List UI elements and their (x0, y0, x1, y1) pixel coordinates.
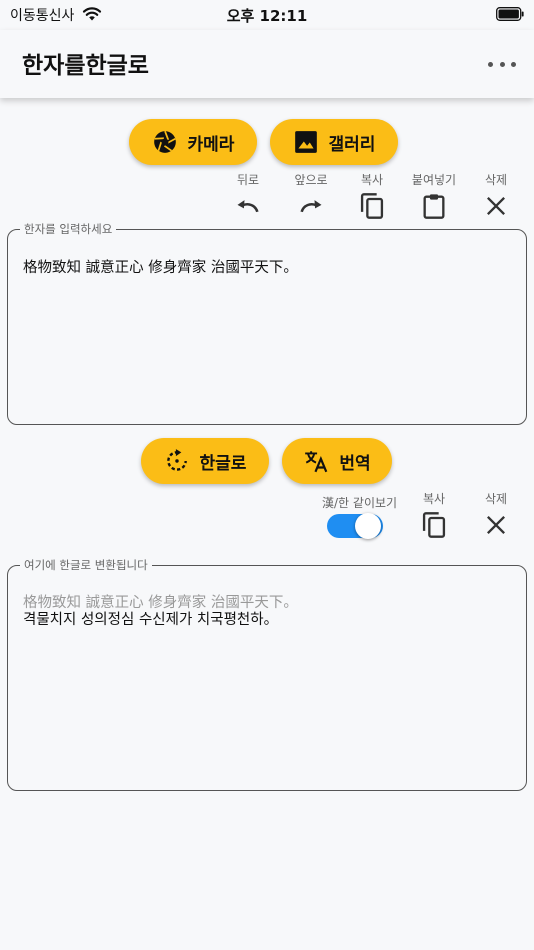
copy-output-label: 복사 (422, 492, 446, 506)
rotate-icon (166, 449, 187, 471)
undo-icon (237, 200, 259, 213)
more-dot-icon (499, 61, 505, 67)
translate-icon (305, 451, 328, 473)
copy-icon (360, 193, 384, 219)
camera-button-label: 카메라 (187, 134, 235, 155)
redo-button[interactable]: 앞으로 (281, 172, 341, 220)
side-by-side-toggle[interactable] (327, 513, 383, 539)
toggle-label: 漢/한 같이보기 (322, 496, 398, 510)
to-hangul-label: 한글로 (199, 453, 247, 474)
copy-output-button[interactable]: 복사 (404, 491, 464, 539)
gallery-button-label: 갤러리 (328, 134, 376, 155)
toggle-knob (355, 513, 381, 539)
paste-label: 붙여넣기 (411, 173, 457, 187)
camera-button[interactable]: 카메라 (129, 119, 257, 165)
image-icon (294, 131, 317, 153)
output-hangul-line: 격물치지 성의정심 수신제가 치국평천하。 (23, 612, 279, 628)
undo-button[interactable]: 뒤로 (218, 172, 278, 220)
input-text[interactable]: 格物致知 誠意正心 修身齊家 治國平天下。 (23, 256, 298, 277)
hanja-input-field[interactable]: 한자를 입력하세요 格物致知 誠意正心 修身齊家 治國平天下。 (7, 221, 527, 425)
delete-input-button[interactable]: 삭제 (466, 172, 526, 220)
output-legend: 여기에 한글로 변환됩니다 (20, 557, 152, 573)
hangul-output-field[interactable]: 여기에 한글로 변환됩니다 格物致知 誠意正心 修身齊家 治國平天下。 격물치지… (7, 557, 527, 791)
clipboard-icon (423, 194, 445, 219)
to-hangul-button[interactable]: 한글로 (141, 438, 269, 484)
input-legend: 한자를 입력하세요 (20, 221, 117, 237)
copy-input-button[interactable]: 복사 (342, 172, 402, 220)
clock: 오후 12:11 (226, 7, 308, 25)
more-dot-icon (488, 61, 493, 67)
paste-button[interactable]: 붙여넣기 (404, 172, 464, 220)
status-bar: 이동통신사 오후 12:11 (0, 0, 534, 30)
copy-input-label: 복사 (360, 173, 384, 187)
page-title: 한자를한글로 (22, 53, 149, 79)
more-menu-button[interactable] (488, 52, 516, 76)
close-icon (487, 197, 505, 215)
delete-input-label: 삭제 (484, 173, 508, 187)
translate-button[interactable]: 번역 (282, 438, 392, 484)
redo-label: 앞으로 (294, 173, 328, 187)
redo-icon (300, 200, 322, 213)
battery-icon (496, 7, 524, 21)
close-icon (487, 516, 505, 534)
more-dot-icon (511, 61, 516, 67)
copy-icon (422, 512, 446, 538)
translate-label: 번역 (339, 453, 371, 474)
delete-output-button[interactable]: 삭제 (466, 491, 526, 539)
camera-shutter-icon (153, 130, 176, 153)
undo-label: 뒤로 (236, 173, 260, 187)
delete-output-label: 삭제 (484, 492, 508, 506)
app-bar: 한자를한글로 (0, 30, 534, 98)
gallery-button[interactable]: 갤러리 (270, 119, 398, 165)
